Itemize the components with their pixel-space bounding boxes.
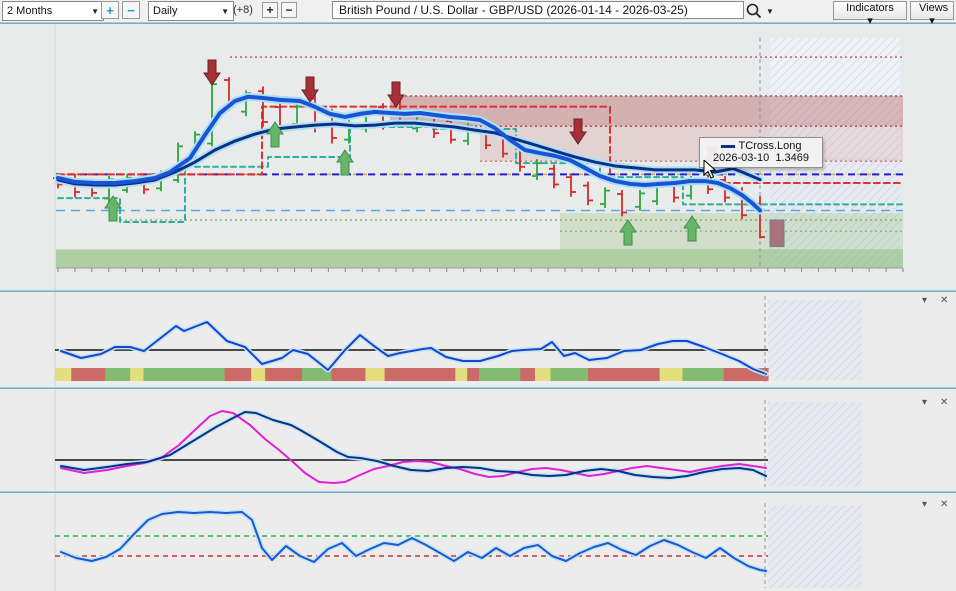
price-bar <box>635 190 645 211</box>
neural-strip-segment <box>520 368 535 381</box>
neural-strip-segment <box>385 368 456 381</box>
offset-increase-button[interactable]: + <box>262 2 278 18</box>
interval-value: Daily <box>153 5 177 17</box>
indicators-button[interactable]: Indicators ▾ <box>833 1 907 20</box>
tooltip-value: 1.3469 <box>775 152 809 164</box>
price-bar <box>566 173 576 197</box>
price-bar <box>549 165 559 189</box>
price-bar <box>600 187 610 208</box>
neural-strip-segment <box>588 368 660 381</box>
toolbar: 2 Months ▼ + − Daily ▼ (+8) + − ▼ Indica… <box>0 0 956 22</box>
trading-app-window: 2 Months ▼ + − Daily ▼ (+8) + − ▼ Indica… <box>0 0 956 591</box>
timeframe-increase-button[interactable]: + <box>101 1 119 19</box>
neuralx-strength-line <box>61 322 766 374</box>
neural-strip-segment <box>143 368 225 381</box>
tooltip-date: 2026-03-10 <box>713 152 769 164</box>
support-main-zone <box>56 249 903 268</box>
tooltip-series-name: TCross.Long <box>739 140 802 152</box>
neural-strip-segment <box>331 368 365 381</box>
neural-strip-segment <box>479 368 521 381</box>
price-bar <box>617 190 627 216</box>
chevron-down-icon[interactable]: ▼ <box>766 7 774 16</box>
neural-strip-segment <box>105 368 131 381</box>
rsi-panel-collapse-button[interactable]: ▾ <box>922 499 927 510</box>
timeframe-decrease-button[interactable]: − <box>122 1 140 19</box>
neural-strip-segment <box>660 368 683 381</box>
chevron-down-icon: ▼ <box>221 7 229 16</box>
neural-strip-segment <box>535 368 551 381</box>
neural-strip-segment <box>455 368 467 381</box>
bar-offset-label: (+8) <box>233 4 253 16</box>
neural-strip-segment <box>71 368 105 381</box>
neural-strip-segment <box>55 368 72 381</box>
up-arrow-icon <box>337 150 353 175</box>
offset-decrease-button[interactable]: − <box>281 2 297 18</box>
panel-separator-3[interactable] <box>0 491 956 493</box>
panel-separator-1[interactable] <box>0 290 956 292</box>
views-button[interactable]: Views ▾ <box>910 1 954 20</box>
chart-graphics <box>0 0 956 591</box>
neural-strip-segment <box>682 368 724 381</box>
mouse-cursor-icon <box>703 160 719 180</box>
timeframe-value: 2 Months <box>7 5 52 17</box>
neural-strip-segment <box>130 368 144 381</box>
up-arrow-icon <box>105 196 121 221</box>
neural-panel-collapse-button[interactable]: ▾ <box>922 295 927 306</box>
symbol-title-input[interactable] <box>332 1 744 19</box>
rsi-panel-close-button[interactable]: ✕ <box>940 499 948 510</box>
tooltip-series-swatch-icon <box>721 145 735 148</box>
timeframe-select[interactable]: 2 Months ▼ <box>2 1 104 21</box>
toolbar-separator <box>0 22 956 24</box>
interval-select[interactable]: Daily ▼ <box>148 1 234 21</box>
down-arrow-icon <box>204 60 220 85</box>
diff-panel-collapse-button[interactable]: ▾ <box>922 397 927 408</box>
neural-strip-segment <box>265 368 302 381</box>
neural-panel-close-button[interactable]: ✕ <box>940 295 948 306</box>
price-bar <box>583 182 593 206</box>
neural-strip-segment <box>365 368 385 381</box>
panel-separator-2[interactable] <box>0 387 956 389</box>
neural-strip-segment <box>251 368 266 381</box>
prediction-range-box <box>770 220 784 247</box>
diff-panel-close-button[interactable]: ✕ <box>940 397 948 408</box>
neural-strip-segment <box>550 368 588 381</box>
chevron-down-icon: ▼ <box>91 7 99 16</box>
neural-strip-segment <box>467 368 479 381</box>
search-icon[interactable] <box>745 2 763 20</box>
neural-strip-segment <box>225 368 252 381</box>
